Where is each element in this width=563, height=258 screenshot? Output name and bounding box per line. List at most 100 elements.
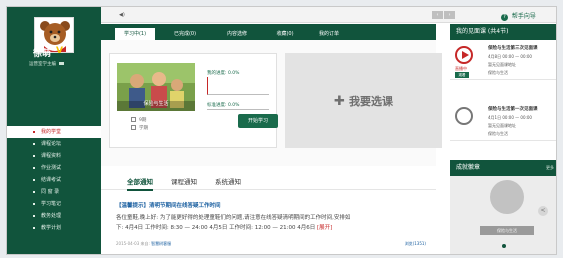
live-session-location: 暂无见面课地址 — [488, 123, 516, 128]
course-term: 学期 — [131, 125, 148, 133]
live-session-title: 保险与生活第一次见面课 — [488, 107, 538, 112]
help-icon: ? — [501, 14, 508, 21]
notice-text: 下: 4月4日 工作时间: 8:30 — 24:00 4月5日 工作时间: 12… — [116, 225, 316, 231]
sidebar-item-label: 课程资料 — [41, 153, 62, 159]
achievement-more-link[interactable]: 更多 — [546, 160, 554, 176]
watch-button[interactable]: 观看 — [455, 72, 469, 78]
expand-link[interactable]: [展开] — [317, 225, 332, 231]
live-session-time: 4月1日 00:00 — 00:00 — [488, 115, 532, 120]
course-thumbnail[interactable]: 保险与生活 — [117, 63, 195, 111]
plus-icon: ✚ — [334, 94, 345, 109]
sidebar-item-label: 教务处理 — [41, 213, 62, 219]
achievement-header: 成就徽章 更多 — [450, 160, 556, 176]
play-icon — [455, 46, 473, 64]
top-bar: ◀) ‹ › ? 帮手向导 — [101, 7, 556, 23]
sidebar-item-teaching-plan[interactable]: 教学计划 — [7, 222, 101, 234]
bullet-icon — [33, 215, 35, 217]
sidebar-item-classmates[interactable]: 同 窗 录 — [7, 186, 101, 198]
speaker-icon[interactable]: ◀) — [119, 12, 125, 18]
sidebar-item-notes[interactable]: 学习笔记 — [7, 198, 101, 210]
sidebar-item-label: 课程论坛 — [41, 141, 62, 147]
sidebar-item-academic-affairs[interactable]: 教务处理 — [7, 210, 101, 222]
bullet-icon — [33, 227, 35, 229]
select-course-card[interactable]: ✚ 我要选课 — [285, 53, 442, 148]
help-guide-label: 帮手向导 — [511, 13, 536, 20]
course-meta: 9期 学期 — [131, 117, 148, 133]
live-session-item[interactable]: 保险与生活第一次见面课 4月1日 00:00 — 00:00 暂无见面课地址 保… — [450, 101, 556, 141]
notice-author[interactable]: 智慧树客服 — [151, 241, 171, 246]
course-term-text: 学期 — [139, 126, 148, 131]
live-session-course: 保险与生活 — [488, 70, 508, 75]
user-role-text: 运营室学主编 — [29, 62, 56, 67]
user-name: 徐萌 — [33, 49, 52, 59]
my-progress-bar — [207, 77, 269, 95]
tab-favorites[interactable]: 收藏(0) — [265, 28, 305, 40]
tab-completed[interactable]: 已完成(0) — [165, 28, 205, 40]
user-level-badge: V — [56, 46, 63, 56]
replay-icon — [455, 107, 473, 125]
notice-text-line: 下: 4月4日 工作时间: 8:30 — 24:00 4月5日 工作时间: 12… — [116, 223, 332, 231]
sidebar-item-label: 作业测试 — [41, 165, 62, 171]
sidebar-item-forum[interactable]: 课程论坛 — [7, 138, 101, 150]
sidebar-item-label: 我的学堂 — [41, 129, 62, 135]
sidebar-item-materials[interactable]: 课程资料 — [7, 150, 101, 162]
live-session-location: 暂无见面课地址 — [488, 62, 516, 67]
sidebar-item-label: 同 窗 录 — [41, 189, 60, 195]
share-icon[interactable]: < — [538, 206, 548, 216]
tab-learning[interactable]: 学习中(1) — [115, 28, 155, 40]
bullet-icon — [33, 167, 35, 169]
bullet-icon — [33, 191, 35, 193]
live-sessions-header: 我的见面课 (共4节) — [450, 24, 556, 40]
start-learning-button[interactable]: 开始学习 — [238, 114, 278, 128]
tab-system-notices[interactable]: 系统通知 — [215, 176, 241, 186]
card-icon — [59, 62, 65, 65]
notice-title[interactable]: 【温馨提示】清明节期间在线答疑工作时间 — [116, 201, 221, 209]
achievement-body: 保险与生活 < — [450, 176, 556, 254]
notice-text-line: 各位童鞋,晚上好: 为了能更好得的处理童鞋们的问题,请注意在线答疑清明期间的工作… — [116, 215, 351, 221]
notice-tabs: 全部通知 课程通知 系统通知 — [101, 166, 436, 191]
tab-all-notices[interactable]: 全部通知 — [127, 176, 153, 191]
notice-meta: 2015-04-03 来自: 智慧树客服 — [116, 241, 171, 247]
carousel-dot[interactable] — [502, 244, 506, 248]
live-session-title: 保险与生活第三次见面课 — [488, 46, 538, 51]
sidebar: 徐萌 V 运营室学主编 我的学堂 课程论坛 课程资料 作业测试 结课考试 同 窗… — [7, 7, 101, 254]
course-period-text: 9期 — [139, 118, 147, 123]
sidebar-item-label: 结课考试 — [41, 177, 62, 183]
notice-date: 2015-04-03 来自: — [116, 241, 150, 246]
bullet-icon — [33, 131, 35, 133]
select-course-label: ✚ 我要选课 — [285, 93, 442, 109]
help-guide-link[interactable]: ? 帮手向导 — [501, 11, 536, 21]
sidebar-item-label: 教学计划 — [41, 225, 62, 231]
person-icon — [131, 125, 136, 130]
sidebar-item-my-school[interactable]: 我的学堂 — [7, 126, 101, 138]
bullet-icon — [33, 155, 35, 157]
course-card: 保险与生活 9期 学期 我的进度: 0.0% 标准进度: 0.0% 开始学习 — [109, 53, 278, 148]
sidebar-nav: 我的学堂 课程论坛 课程资料 作业测试 结课考试 同 窗 录 学习笔记 教务处理… — [7, 126, 101, 234]
bullet-icon — [33, 179, 35, 181]
live-session-item[interactable]: 直播中 观看 保险与生活第三次见面课 4月8日 00:00 — 00:00 暂无… — [450, 40, 556, 80]
course-tabs: 学习中(1) 已完成(0) 内容选修 收藏(0) 我的订单 — [101, 24, 436, 40]
next-button[interactable]: › — [444, 11, 455, 19]
user-role: 运营室学主编 — [29, 61, 65, 67]
clock-icon — [131, 117, 136, 122]
standard-progress-label: 标准进度: 0.0% — [207, 103, 240, 108]
course-area: 保险与生活 9期 学期 我的进度: 0.0% 标准进度: 0.0% 开始学习 ✚… — [101, 40, 442, 166]
tab-elective[interactable]: 内容选修 — [217, 28, 257, 40]
live-session-course: 保险与生活 — [488, 131, 508, 136]
prev-button[interactable]: ‹ — [432, 11, 443, 19]
bullet-icon — [33, 203, 35, 205]
sidebar-item-homework[interactable]: 作业测试 — [7, 162, 101, 174]
app-window: 徐萌 V 运营室学主编 我的学堂 课程论坛 课程资料 作业测试 结课考试 同 窗… — [6, 6, 557, 255]
sidebar-item-final-exam[interactable]: 结课考试 — [7, 174, 101, 186]
course-period: 9期 — [131, 117, 148, 125]
my-progress-label: 我的进度: 0.0% — [207, 71, 240, 76]
notice-view-count: 浏览(1351) — [404, 241, 426, 246]
sidebar-item-label: 学习笔记 — [41, 201, 62, 207]
course-title: 保险与生活 — [143, 101, 169, 107]
bullet-icon — [33, 143, 35, 145]
achievement-title: 成就徽章 — [456, 164, 481, 171]
badge-icon[interactable] — [490, 180, 524, 214]
announcement-pager: ‹ › — [432, 11, 456, 19]
tab-orders[interactable]: 我的订单 — [309, 28, 349, 40]
tab-course-notices[interactable]: 课程通知 — [171, 176, 197, 186]
